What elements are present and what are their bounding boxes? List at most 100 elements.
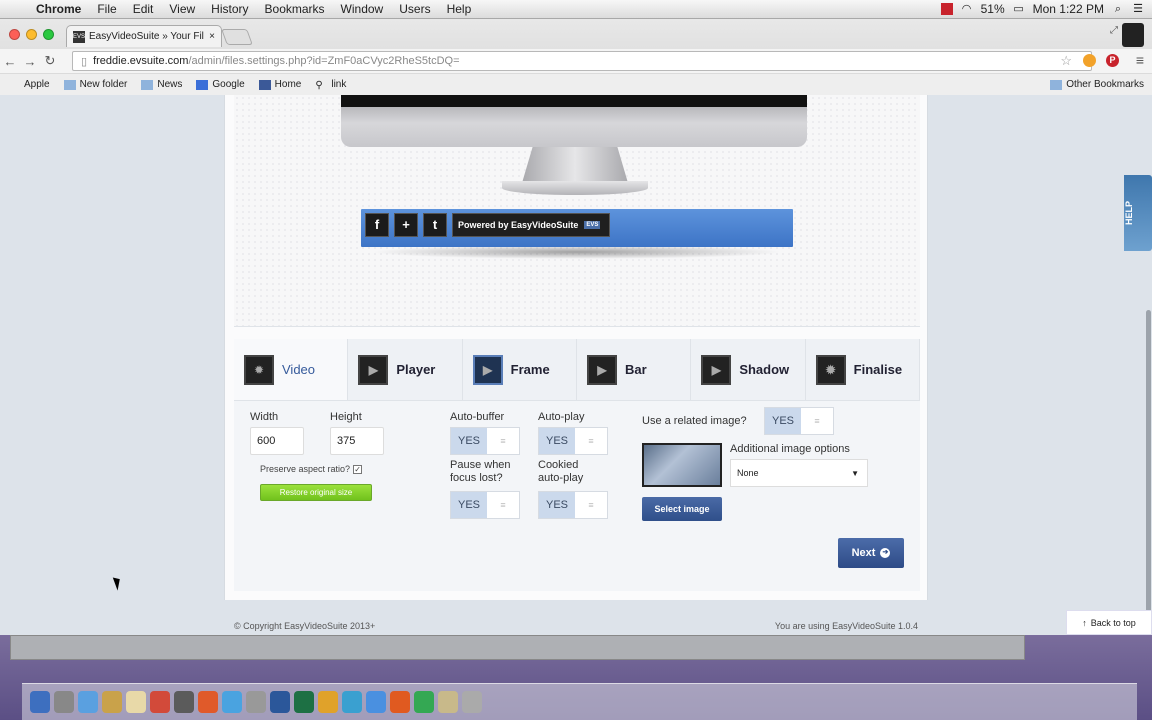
reload-icon[interactable]: ↻ xyxy=(40,53,60,69)
launchpad-icon[interactable] xyxy=(54,691,74,713)
pinterest-icon[interactable]: P xyxy=(1106,54,1119,67)
google-icon xyxy=(196,79,209,90)
autoplay-toggle[interactable]: YES ≡ xyxy=(538,427,608,455)
menu-bookmarks[interactable]: Bookmarks xyxy=(257,2,333,16)
copyright-text: © Copyright EasyVideoSuite 2013+ xyxy=(234,621,376,631)
finder-folder-icon[interactable] xyxy=(438,691,458,713)
bookmark-apple[interactable]: Apple xyxy=(8,79,50,90)
chrome-icon[interactable] xyxy=(366,691,386,713)
arrow-circle-icon: ➔ xyxy=(880,548,891,558)
tab-video[interactable]: ✹ Video xyxy=(234,339,349,400)
back-to-top-button[interactable]: ↑ Back to top xyxy=(1066,610,1152,635)
evs-badge: EVS xyxy=(584,221,601,229)
other-bookmarks[interactable]: Other Bookmarks xyxy=(1050,79,1144,90)
itunes-icon[interactable] xyxy=(198,691,218,713)
profile-avatar[interactable] xyxy=(1122,23,1144,47)
trash-icon[interactable] xyxy=(462,691,482,713)
new-tab-button[interactable] xyxy=(221,29,253,45)
menu-file[interactable]: File xyxy=(89,2,124,16)
bookmark-news[interactable]: News xyxy=(141,79,182,90)
menu-history[interactable]: History xyxy=(203,2,256,16)
tab-player[interactable]: ▶ Player xyxy=(348,339,463,400)
scrollbar[interactable] xyxy=(1146,310,1151,630)
record-icon[interactable] xyxy=(940,3,953,15)
facebook-icon[interactable]: f xyxy=(365,213,389,237)
fullscreen-icon[interactable]: ⤢ xyxy=(1110,25,1118,36)
battery-icon[interactable]: ▭ xyxy=(1013,3,1025,15)
spotlight-icon[interactable]: ⌕ xyxy=(1112,3,1124,15)
toggle-yes: YES xyxy=(451,428,487,454)
bar-shadow xyxy=(371,245,783,259)
address-bar[interactable]: ▯ freddie.evsuite.com /admin/files.setti… xyxy=(72,51,1092,71)
close-window-button[interactable] xyxy=(9,29,20,40)
minimize-window-button[interactable] xyxy=(26,29,37,40)
bookmark-star-icon[interactable]: ☆ xyxy=(1060,53,1072,69)
autobuffer-toggle[interactable]: YES ≡ xyxy=(450,427,520,455)
menu-app-name[interactable]: Chrome xyxy=(28,2,89,16)
pause-toggle[interactable]: YES ≡ xyxy=(450,491,520,519)
bookmark-label: Apple xyxy=(24,79,50,90)
settings-icon[interactable] xyxy=(246,691,266,713)
notes-icon[interactable] xyxy=(126,691,146,713)
restore-size-button[interactable]: Restore original size xyxy=(260,484,372,501)
excel-icon[interactable] xyxy=(294,691,314,713)
cookied-toggle[interactable]: YES ≡ xyxy=(538,491,608,519)
finder-icon[interactable] xyxy=(30,691,50,713)
firefox-icon[interactable] xyxy=(390,691,410,713)
tab-label: Finalise xyxy=(853,362,903,377)
next-button[interactable]: Next ➔ xyxy=(838,538,904,568)
evs-favicon-icon: EVS xyxy=(73,30,85,43)
menu-window[interactable]: Window xyxy=(333,2,392,16)
height-input[interactable]: 375 xyxy=(330,427,384,455)
close-tab-icon[interactable]: × xyxy=(209,31,215,42)
calendar-icon[interactable] xyxy=(150,691,170,713)
url-host: freddie.evsuite.com xyxy=(93,55,189,67)
word-icon[interactable] xyxy=(270,691,290,713)
image-options-select[interactable]: None ▼ xyxy=(730,459,868,487)
bookmark-google[interactable]: Google xyxy=(196,79,245,90)
forward-icon[interactable]: → xyxy=(20,54,40,69)
skype-icon[interactable] xyxy=(342,691,362,713)
bookmark-new-folder[interactable]: New folder xyxy=(63,79,128,90)
tab-title: EasyVideoSuite » Your Fil xyxy=(89,31,204,42)
toggle-no: ≡ xyxy=(500,436,506,446)
menu-edit[interactable]: Edit xyxy=(125,2,162,16)
wifi-icon[interactable]: ◠ xyxy=(961,3,973,15)
back-icon[interactable]: ← xyxy=(0,54,20,69)
tab-frame[interactable]: ▶ Frame xyxy=(463,339,577,400)
google-plus-icon[interactable]: + xyxy=(394,213,418,237)
bookmark-home[interactable]: Home xyxy=(258,79,301,90)
battery-percent[interactable]: 51% xyxy=(981,2,1005,16)
mail-icon[interactable] xyxy=(102,691,122,713)
page-icon: ▯ xyxy=(81,55,88,68)
appstore-icon[interactable] xyxy=(222,691,242,713)
menu-help[interactable]: Help xyxy=(439,2,480,16)
help-tab[interactable]: HELP xyxy=(1124,175,1152,251)
notification-icon[interactable]: ☰ xyxy=(1132,3,1144,15)
width-input[interactable]: 600 xyxy=(250,427,304,455)
bookmark-label: New folder xyxy=(79,79,128,90)
chrome-menu-icon[interactable]: ≡ xyxy=(1136,52,1144,68)
zoom-window-button[interactable] xyxy=(43,29,54,40)
related-image-label: Use a related image? xyxy=(642,415,747,427)
related-image-toggle[interactable]: YES ≡ xyxy=(764,407,834,435)
twitter-icon[interactable]: t xyxy=(423,213,447,237)
preserve-checkbox[interactable]: ✓ xyxy=(353,464,363,474)
preview-icon[interactable] xyxy=(174,691,194,713)
powered-by-badge[interactable]: Powered by EasyVideoSuite EVS xyxy=(452,213,610,237)
extension-icon[interactable] xyxy=(1083,54,1096,67)
bar-icon: ▶ xyxy=(586,354,617,385)
menubar-clock[interactable]: Mon 1:22 PM xyxy=(1033,2,1104,16)
select-image-button[interactable]: Select image xyxy=(642,497,722,521)
app-icon[interactable] xyxy=(318,691,338,713)
menu-users[interactable]: Users xyxy=(391,2,438,16)
tab-bar[interactable]: ▶ Bar xyxy=(577,339,692,400)
related-image-thumbnail xyxy=(642,443,722,487)
safari-icon[interactable] xyxy=(78,691,98,713)
bookmark-link[interactable]: ⚲ link xyxy=(315,79,346,91)
browser-tab[interactable]: EVS EasyVideoSuite » Your Fil × xyxy=(66,25,222,47)
tab-shadow[interactable]: ▶ Shadow xyxy=(691,339,806,400)
tab-finalise[interactable]: ✹ Finalise xyxy=(806,339,920,400)
menu-view[interactable]: View xyxy=(161,2,203,16)
app-icon-2[interactable] xyxy=(414,691,434,713)
